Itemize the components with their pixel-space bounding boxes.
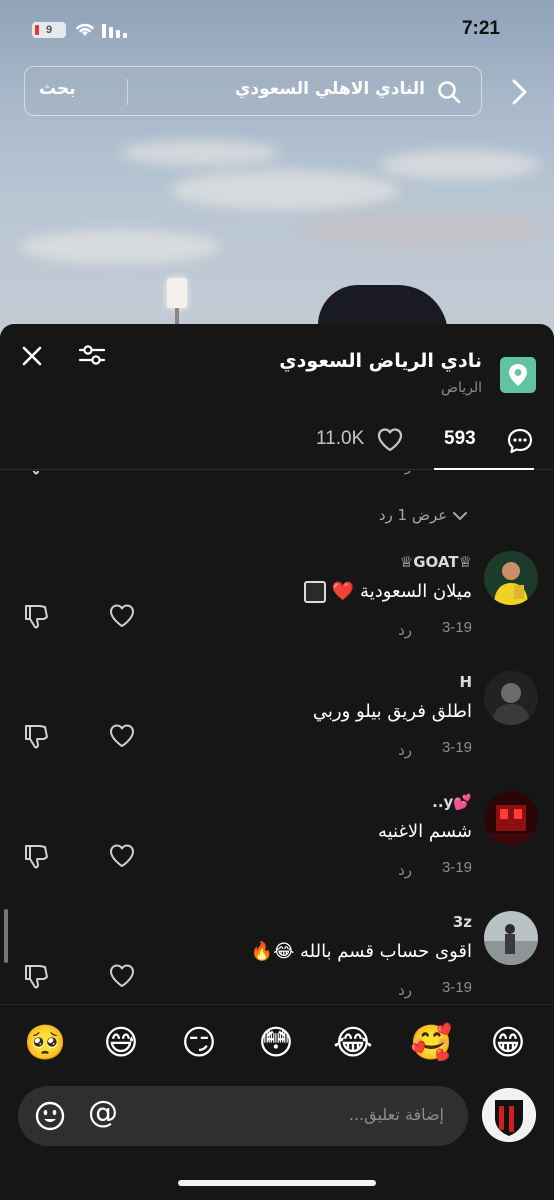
comment-date: 3-19 [441, 739, 472, 756]
comment-bubble-icon [507, 428, 533, 454]
comment-item: 3z اقوى حساب قسم بالله 😂🔥 3-19 رد [0, 911, 554, 1004]
comment-date: 3-19 [441, 859, 472, 876]
comment-text: اقوى حساب قسم بالله 😂🔥 [250, 941, 472, 962]
wifi-icon [76, 23, 94, 36]
chevron-right-icon[interactable] [508, 78, 532, 106]
partial-comment-row: 3-19 رد [0, 471, 554, 485]
place-title[interactable]: نادي الرياض السعودي [279, 350, 482, 372]
emoji-smirk[interactable]: 😏 [179, 1023, 219, 1063]
avatar[interactable] [484, 791, 538, 845]
battery-icon: 9 [32, 22, 66, 38]
emoji-quick-bar: 😁 🥰 😂 😳 😏 😅 🥺 [0, 1004, 554, 1084]
comment-text: اطلق فريق بيلو وربي [312, 701, 472, 722]
reply-link[interactable]: رد [398, 471, 412, 475]
emoji-grin[interactable]: 😁 [488, 1023, 528, 1063]
comment-text: شسم الاغنيه [377, 821, 472, 842]
comment-author[interactable]: 3z [453, 913, 472, 931]
comments-list[interactable]: 3-19 رد عرض 1 رد ♕GOAT♕ ميلان السعودية ❤… [0, 471, 554, 1004]
status-bar: 9 7:21 [0, 0, 554, 60]
reply-link[interactable]: رد [398, 621, 412, 639]
comment-text: ميلان السعودية ❤️ [304, 581, 472, 603]
cellular-signal-icon [102, 24, 127, 38]
black-square-emoji [304, 581, 327, 603]
view-replies-button[interactable]: عرض 1 رد [379, 506, 472, 524]
search-icon [438, 81, 461, 104]
heart-icon[interactable] [108, 723, 136, 749]
comments-sheet: نادي الرياض السعودي الرياض 593 11.0K عرض… [0, 324, 554, 1200]
thumbs-down-icon[interactable] [22, 963, 50, 991]
comment-item: ♕GOAT♕ ميلان السعودية ❤️ 3-19 رد [0, 551, 554, 671]
emoji-picker-icon[interactable] [34, 1100, 66, 1132]
chevron-down-icon [453, 511, 467, 520]
place-subtitle: الرياض [441, 380, 482, 396]
search-query-text[interactable]: النادي الاهلي السعودي [235, 79, 425, 99]
comment-item: 💕y.. شسم الاغنيه 3-19 رد [0, 791, 554, 911]
comment-item: H اطلق فريق بيلو وربي 3-19 رد [0, 671, 554, 791]
avatar[interactable] [484, 911, 538, 965]
map-pin-icon[interactable] [500, 357, 536, 393]
reply-link[interactable]: رد [398, 861, 412, 879]
comment-input-row: @ إضافة تعليق... [0, 1086, 554, 1156]
emoji-tears-of-joy[interactable]: 😂 [333, 1023, 373, 1063]
heart-icon[interactable] [108, 843, 136, 869]
reply-link[interactable]: رد [398, 741, 412, 759]
filter-sliders-icon[interactable] [78, 342, 106, 368]
comment-author[interactable]: H [459, 673, 472, 691]
comments-count: 593 [444, 428, 476, 449]
search-bar[interactable]: بحث النادي الاهلي السعودي [24, 66, 482, 116]
emoji-smiling-hearts[interactable]: 🥰 [410, 1023, 452, 1063]
heart-icon[interactable] [108, 963, 136, 989]
comment-placeholder: إضافة تعليق... [348, 1105, 444, 1124]
reply-link[interactable]: رد [398, 981, 412, 999]
search-button[interactable]: بحث [39, 79, 76, 99]
comment-date: 3-19 [441, 979, 472, 996]
close-icon[interactable] [20, 344, 44, 368]
avatar[interactable] [484, 551, 538, 605]
thumbs-down-icon[interactable] [22, 471, 50, 477]
thumbs-down-icon[interactable] [22, 603, 50, 631]
sheet-tabs: 593 11.0K [0, 418, 554, 470]
comment-author[interactable]: ♕GOAT♕ [400, 553, 472, 571]
tab-comments[interactable]: 593 [434, 418, 534, 470]
emoji-flushed[interactable]: 😳 [256, 1023, 296, 1063]
user-avatar[interactable] [482, 1088, 536, 1142]
heart-icon [377, 428, 403, 452]
comment-input[interactable]: @ إضافة تعليق... [18, 1086, 468, 1146]
home-indicator[interactable] [178, 1180, 376, 1186]
avatar[interactable] [484, 671, 538, 725]
thumbs-down-icon[interactable] [22, 843, 50, 871]
likes-count: 11.0K [316, 428, 365, 449]
emoji-sweat-smile[interactable]: 😅 [101, 1023, 141, 1063]
stadium-light [167, 278, 187, 328]
search-divider [127, 79, 128, 105]
thumbs-down-icon[interactable] [22, 723, 50, 751]
comment-author[interactable]: 💕y.. [432, 793, 472, 811]
emoji-pleading[interactable]: 🥺 [24, 1023, 66, 1063]
comment-date: 3-19 [441, 619, 472, 636]
tab-likes[interactable]: 11.0K [316, 418, 406, 470]
heart-icon[interactable] [108, 603, 136, 629]
clock: 7:21 [461, 18, 500, 39]
mention-button[interactable]: @ [88, 1095, 118, 1130]
comment-date: 3-19 [442, 471, 472, 472]
